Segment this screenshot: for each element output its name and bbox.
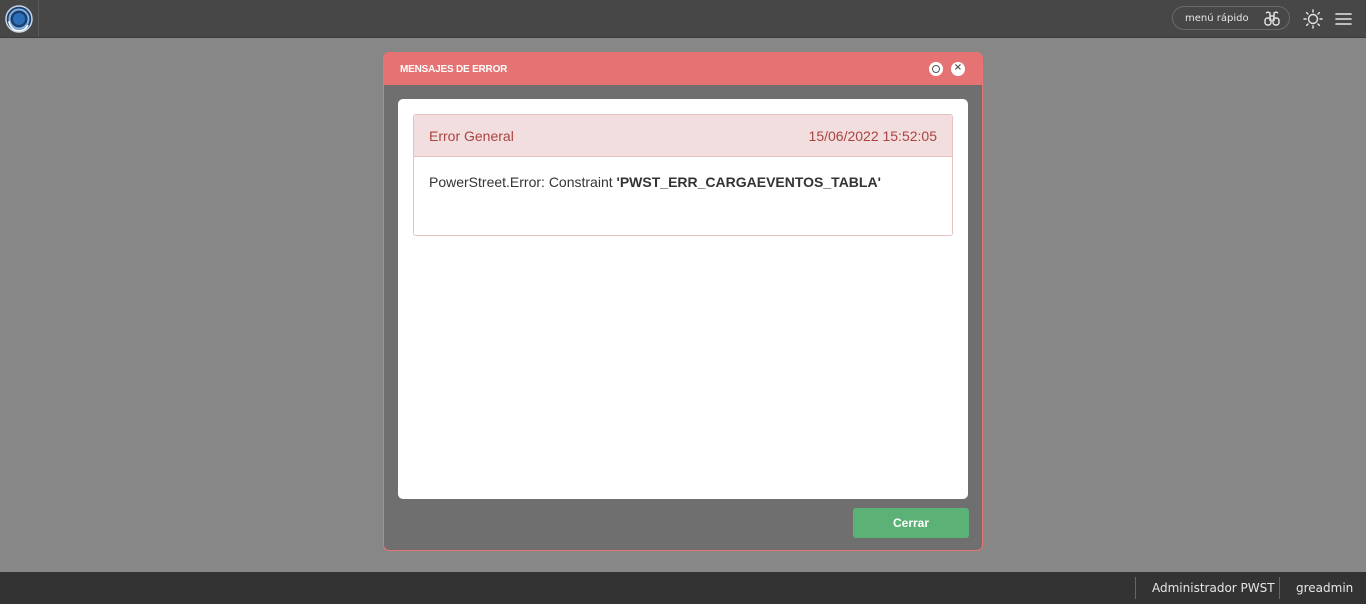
cerrar-button[interactable]: Cerrar	[853, 508, 969, 538]
dialog-title: MENSAJES DE ERROR	[400, 64, 508, 75]
quick-menu-button[interactable]: menú rápido	[1172, 6, 1290, 30]
error-timestamp: 15/06/2022 15:52:05	[808, 128, 937, 144]
error-title: Error General	[429, 128, 514, 144]
footer-bar: Administrador PWST greadmin	[0, 572, 1366, 604]
top-bar: menú rápido	[0, 0, 1366, 38]
footer-divider	[1279, 577, 1280, 599]
error-constraint-name: 'PWST_ERR_CARGAEVENTOS_TABLA'	[616, 174, 881, 190]
app-logo[interactable]	[0, 0, 39, 37]
hamburger-menu-icon[interactable]	[1334, 9, 1354, 29]
close-x-button[interactable]: ×	[951, 62, 965, 76]
error-panel: Error General 15/06/2022 15:52:05 PowerS…	[413, 114, 953, 236]
sun-icon[interactable]	[1303, 9, 1323, 29]
logo-icon	[5, 4, 33, 33]
error-panel-header: Error General 15/06/2022 15:52:05	[414, 115, 952, 157]
dialog-header: MENSAJES DE ERROR ×	[384, 53, 982, 85]
error-message: PowerStreet.Error: Constraint 'PWST_ERR_…	[429, 174, 881, 190]
footer-divider	[1135, 577, 1136, 599]
error-message-prefix: PowerStreet.Error: Constraint	[429, 174, 617, 190]
close-icon: ×	[953, 62, 963, 73]
error-messages-dialog: MENSAJES DE ERROR × Error General 15/06/…	[383, 52, 983, 551]
quick-menu-label: menú rápido	[1185, 12, 1249, 24]
user-role[interactable]: Administrador PWST	[1152, 572, 1275, 604]
username[interactable]: greadmin	[1296, 572, 1353, 604]
binoculars-icon	[1264, 11, 1280, 26]
restore-button[interactable]	[929, 62, 943, 76]
dialog-body: Error General 15/06/2022 15:52:05 PowerS…	[398, 99, 968, 499]
